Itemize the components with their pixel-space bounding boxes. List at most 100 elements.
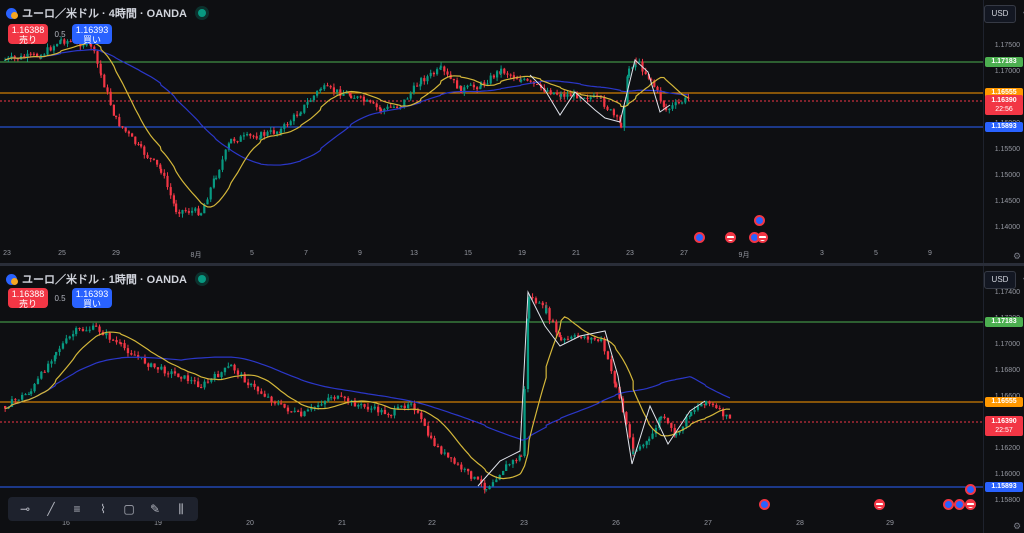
candle-body bbox=[249, 134, 252, 136]
crosshair-icon[interactable]: ⊸ bbox=[17, 501, 33, 517]
economic-event-icon[interactable] bbox=[759, 499, 770, 510]
candle-body bbox=[30, 391, 33, 394]
candle-body bbox=[609, 109, 612, 111]
economic-event-icon[interactable] bbox=[725, 232, 736, 243]
economic-event-icon[interactable] bbox=[754, 215, 765, 226]
sell-price: 1.16388 bbox=[11, 289, 45, 299]
candle-body bbox=[606, 351, 610, 360]
candle-body bbox=[509, 74, 512, 76]
candle-body bbox=[272, 130, 275, 134]
buy-button[interactable]: 1.16393 買い bbox=[72, 288, 112, 309]
time-tick-label: 27 bbox=[680, 250, 688, 257]
candle-body bbox=[203, 381, 206, 388]
currency-selector[interactable]: USD bbox=[984, 271, 1024, 289]
candle-body bbox=[29, 53, 32, 55]
candle-body bbox=[523, 389, 526, 456]
symbol-title-4h[interactable]: ユーロ／米ドル · 4時間 · OANDA bbox=[6, 5, 206, 21]
settings-gear-icon[interactable]: ⚙ bbox=[1012, 521, 1022, 531]
current-price-label[interactable]: 1.16390 22:56 bbox=[985, 95, 1023, 115]
time-tick-label: 21 bbox=[572, 250, 580, 257]
price-plot-1h[interactable] bbox=[0, 266, 984, 533]
candle-body bbox=[240, 373, 243, 375]
sell-button[interactable]: 1.16388 売り bbox=[8, 24, 48, 45]
economic-event-icon[interactable] bbox=[965, 499, 976, 510]
candle-body bbox=[390, 415, 393, 417]
economic-event-icon[interactable] bbox=[954, 499, 965, 510]
candle-body bbox=[209, 187, 212, 200]
chart-pane-1h[interactable]: ユーロ／米ドル · 1時間 · OANDA 1.16388 売り 0.5 1.1… bbox=[0, 266, 1024, 533]
candle-body bbox=[551, 320, 555, 322]
candle-body bbox=[362, 96, 365, 102]
level-label-green[interactable]: 1.17183 bbox=[985, 57, 1023, 67]
symbol-title-1h[interactable]: ユーロ／米ドル · 1時間 · OANDA bbox=[6, 271, 206, 287]
sell-price: 1.16388 bbox=[11, 25, 45, 35]
candle-body bbox=[603, 97, 606, 107]
price-axis-4h[interactable]: USD 1.175001.170001.165001.160001.155001… bbox=[983, 0, 1024, 263]
level-label-blue[interactable]: 1.15893 bbox=[985, 122, 1023, 132]
level-label-green[interactable]: 1.17183 bbox=[985, 317, 1023, 327]
economic-event-icon[interactable] bbox=[757, 232, 768, 243]
candle-body bbox=[563, 93, 566, 97]
candle-body bbox=[443, 452, 446, 454]
buy-button[interactable]: 1.16393 買い bbox=[72, 24, 112, 45]
candle-body bbox=[260, 391, 263, 394]
candle-body bbox=[725, 414, 728, 417]
trend-line-icon[interactable]: ╱ bbox=[43, 501, 59, 517]
price-tick-label: 1.17400 bbox=[994, 289, 1020, 296]
candle-body bbox=[446, 71, 449, 75]
settings-gear-icon[interactable]: ⚙ bbox=[1012, 251, 1022, 261]
candle-body bbox=[506, 73, 509, 75]
price-tick-label: 1.14000 bbox=[994, 224, 1020, 231]
sell-label: 売り bbox=[18, 299, 37, 309]
candle-body bbox=[256, 386, 260, 392]
candle-body bbox=[130, 353, 133, 355]
moving-average-fast bbox=[4, 42, 689, 208]
pattern-icon[interactable]: ⌇ bbox=[95, 501, 111, 517]
time-tick-label: 19 bbox=[518, 250, 526, 257]
chart-pane-4h[interactable]: ユーロ／米ドル · 4時間 · OANDA 1.16388 売り 0.5 1.1… bbox=[0, 0, 1024, 263]
candle-body bbox=[389, 106, 392, 108]
candle-body bbox=[92, 325, 95, 330]
candle-body bbox=[236, 141, 239, 143]
time-tick-label: 29 bbox=[112, 250, 120, 257]
price-axis-1h[interactable]: USD 1.174001.172001.170001.168001.166001… bbox=[983, 266, 1024, 533]
candle-body bbox=[593, 337, 596, 340]
price-plot-4h[interactable] bbox=[0, 0, 984, 263]
candle-body bbox=[531, 297, 534, 299]
level-label-orange[interactable]: 1.16555 bbox=[985, 397, 1023, 407]
time-tick-label: 7 bbox=[304, 250, 308, 257]
currency-selector[interactable]: USD bbox=[984, 5, 1024, 23]
candle-body bbox=[253, 383, 256, 387]
time-tick-label: 23 bbox=[626, 250, 634, 257]
sell-button[interactable]: 1.16388 売り bbox=[8, 288, 48, 309]
price-tick-label: 1.14500 bbox=[994, 198, 1020, 205]
indicator-icon[interactable]: ⫼ bbox=[173, 501, 189, 517]
candle-body bbox=[353, 97, 356, 99]
time-tick-label: 19 bbox=[154, 520, 162, 527]
rectangle-icon[interactable]: ▢ bbox=[121, 501, 137, 517]
candle-body bbox=[197, 208, 200, 216]
candle-body bbox=[472, 84, 475, 88]
buy-label: 買い bbox=[82, 299, 101, 309]
candle-body bbox=[671, 105, 674, 109]
economic-event-icon[interactable] bbox=[943, 499, 954, 510]
candle-body bbox=[688, 415, 691, 417]
economic-event-icon[interactable] bbox=[965, 484, 976, 495]
current-price-label[interactable]: 1.16390 22:57 bbox=[985, 416, 1023, 436]
candle-body bbox=[597, 339, 600, 341]
candle-body bbox=[660, 416, 663, 419]
fib-icon[interactable]: ≡ bbox=[69, 501, 85, 517]
time-tick-label: 5 bbox=[874, 250, 878, 257]
candle-body bbox=[317, 405, 320, 408]
candle-body bbox=[469, 84, 472, 86]
candle-body bbox=[46, 47, 49, 55]
economic-event-icon[interactable] bbox=[874, 499, 885, 510]
candle-body bbox=[173, 371, 177, 374]
candle-body bbox=[383, 409, 387, 415]
economic-event-icon[interactable] bbox=[694, 232, 705, 243]
level-label-blue[interactable]: 1.15893 bbox=[985, 482, 1023, 492]
brush-icon[interactable]: ✎ bbox=[147, 501, 163, 517]
candle-body bbox=[366, 406, 370, 410]
candle-body bbox=[668, 108, 671, 111]
candle-body bbox=[191, 210, 194, 213]
